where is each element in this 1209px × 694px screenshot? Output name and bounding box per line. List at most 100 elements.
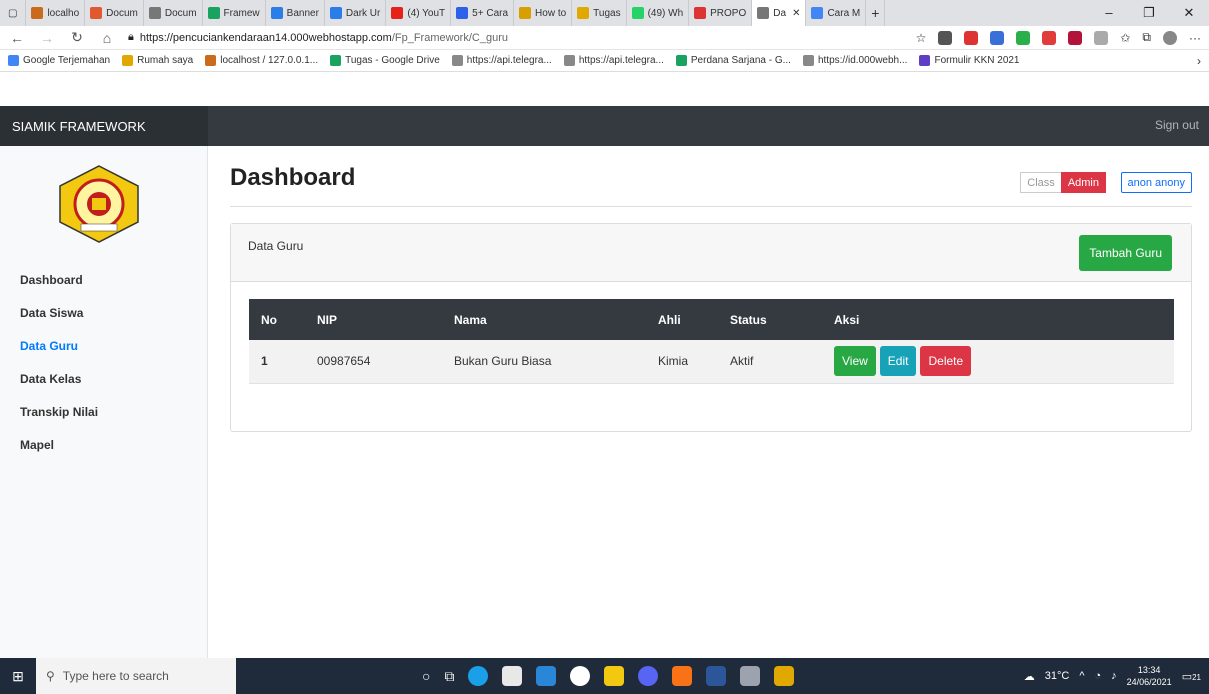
windows-start-icon[interactable]: ⊞ — [0, 658, 36, 694]
bookmark-item[interactable]: Formulir KKN 2021 — [919, 55, 1020, 66]
sidebar-item-dashboard[interactable]: Dashboard — [20, 272, 98, 305]
temperature-text[interactable]: 31°C — [1045, 670, 1070, 682]
delete-button[interactable]: Delete — [920, 346, 972, 377]
favorites-icon[interactable]: ✩ — [1120, 31, 1130, 45]
bookmark-item[interactable]: https://id.000webh... — [802, 55, 907, 66]
discord-icon[interactable] — [638, 666, 659, 686]
browser-tab[interactable]: Docum — [144, 0, 203, 26]
paint-icon[interactable] — [740, 666, 761, 686]
sidebar-item-data-guru[interactable]: Data Guru — [20, 338, 98, 371]
browser-tab[interactable]: Banner — [266, 0, 325, 26]
browser-tab[interactable]: Framew — [203, 0, 266, 26]
tab-favicon-icon — [757, 7, 770, 19]
new-tab-button[interactable]: + — [866, 0, 886, 26]
bookmark-label: Perdana Sarjana - G... — [690, 55, 791, 66]
more-menu-icon[interactable]: ··· — [1189, 31, 1201, 45]
browser-icon[interactable] — [570, 666, 591, 686]
close-window-icon[interactable]: ✕ — [1169, 5, 1209, 21]
extension-green-icon[interactable] — [1016, 30, 1031, 45]
volume-icon[interactable]: ♪ — [1111, 670, 1117, 682]
bookmark-item[interactable]: Rumah saya — [122, 55, 193, 66]
browser-tab[interactable]: (4) YouT — [386, 0, 452, 26]
clock[interactable]: 13:34 24/06/2021 — [1127, 664, 1172, 688]
brand-title[interactable]: SIAMIK FRAMEWORK — [0, 106, 208, 146]
extension-play-icon[interactable] — [1068, 30, 1083, 45]
extension-m-icon[interactable] — [1042, 30, 1057, 45]
class-button[interactable]: Class — [1020, 172, 1061, 193]
bookmark-label: Formulir KKN 2021 — [934, 55, 1020, 66]
home-icon[interactable]: ⌂ — [98, 30, 116, 46]
browser-tab[interactable]: (49) Wh — [627, 0, 690, 26]
app-icon[interactable] — [774, 666, 795, 686]
browser-tab[interactable]: Da ✕ — [752, 0, 807, 26]
cell-nama: Bukan Guru Biasa — [442, 340, 646, 384]
main-content: Dashboard Class Admin anon anony Data Gu… — [230, 146, 1192, 658]
bookmark-item[interactable]: localhost / 127.0.0.1... — [205, 55, 318, 66]
bookmark-item[interactable]: Perdana Sarjana - G... — [675, 55, 791, 66]
browser-tab[interactable]: Docum — [85, 0, 144, 26]
restore-icon[interactable]: ❐ — [1129, 5, 1169, 21]
tray-chevron-icon[interactable]: ^ — [1079, 670, 1084, 682]
xampp-icon[interactable] — [672, 666, 693, 686]
tab-close-icon[interactable]: ✕ — [792, 8, 800, 19]
tab-actions-icon[interactable]: ▢ — [0, 0, 27, 26]
sidebar-item-data-kelas[interactable]: Data Kelas — [20, 371, 98, 404]
browser-tab[interactable]: localho — [26, 0, 86, 26]
mail-icon[interactable] — [536, 666, 557, 686]
taskbar-apps: ○ ⧉ — [422, 666, 795, 686]
add-teacher-button[interactable]: Tambah Guru — [1079, 235, 1172, 271]
forward-icon[interactable]: → — [38, 30, 56, 46]
tab-favicon-icon — [694, 7, 707, 19]
edge-icon[interactable] — [468, 666, 489, 686]
minimize-icon[interactable]: – — [1089, 5, 1129, 21]
taskbar-search-input[interactable]: ⚲ Type here to search — [36, 658, 236, 694]
column-header-ahli: Ahli — [646, 299, 718, 340]
sidebar-item-transkip-nilai[interactable]: Transkip Nilai — [20, 404, 98, 437]
store-icon[interactable] — [502, 666, 523, 686]
admin-button[interactable]: Admin — [1060, 172, 1106, 193]
task-view-icon[interactable]: ⧉ — [444, 668, 454, 685]
browser-tab[interactable]: Tugas — [572, 0, 627, 26]
file-explorer-icon[interactable] — [604, 666, 625, 686]
read-aloud-icon[interactable]: ☆ — [916, 31, 927, 45]
lock-icon: 🔒︎ — [128, 31, 134, 43]
extension-chat-icon[interactable] — [990, 30, 1005, 45]
extension-red-icon[interactable] — [964, 30, 979, 45]
tab-label: Dark Ur — [345, 7, 381, 19]
bookmark-item[interactable]: Google Terjemahan — [8, 55, 110, 66]
collections-icon[interactable]: ⧉ — [1142, 30, 1151, 45]
browser-tab[interactable]: Dark Ur — [325, 0, 387, 26]
user-button[interactable]: anon anony — [1120, 172, 1192, 193]
notification-icon[interactable]: ▭21 — [1182, 670, 1201, 683]
tab-favicon-icon — [519, 7, 532, 19]
bookmark-favicon-icon — [451, 55, 463, 66]
url-field[interactable]: 🔒︎ https://pencuciankendaraan14.000webho… — [128, 31, 904, 44]
browser-tab[interactable]: PROPO — [689, 0, 753, 26]
extension-puzzle-icon[interactable] — [1094, 30, 1109, 45]
profile-avatar-icon[interactable] — [1163, 30, 1177, 45]
bookmark-item[interactable]: https://api.telegra... — [563, 55, 664, 66]
weather-icon[interactable]: ☁ — [1024, 670, 1035, 683]
refresh-icon[interactable]: ↻ — [68, 29, 86, 46]
view-button[interactable]: View — [834, 346, 876, 377]
back-icon[interactable]: ← — [8, 30, 26, 46]
url-path: /Fp_Framework/C_guru — [391, 31, 508, 44]
sidebar-item-mapel[interactable]: Mapel — [20, 437, 98, 470]
extension-s-icon[interactable] — [938, 30, 953, 45]
cortana-icon[interactable]: ○ — [422, 668, 430, 684]
address-bar: ← → ↻ ⌂ 🔒︎ https://pencuciankendaraan14.… — [0, 26, 1209, 50]
word-icon[interactable] — [706, 666, 727, 686]
tab-favicon-icon — [90, 7, 103, 19]
browser-tab[interactable]: Cara M — [806, 0, 867, 26]
tab-label: Docum — [164, 7, 197, 19]
browser-tab[interactable]: 5+ Cara — [451, 0, 515, 26]
network-icon[interactable]: ◔ — [1094, 670, 1101, 682]
edit-button[interactable]: Edit — [879, 346, 917, 377]
bookmark-item[interactable]: https://api.telegra... — [451, 55, 552, 66]
sidebar: Dashboard Data Siswa Data Guru Data Kela… — [0, 146, 208, 658]
bookmark-item[interactable]: Tugas - Google Drive — [330, 55, 440, 66]
browser-tab[interactable]: How to — [514, 0, 573, 26]
bookmarks-more-icon[interactable]: › — [1197, 54, 1201, 68]
sign-out-link[interactable]: Sign out — [1155, 118, 1199, 132]
sidebar-item-data-siswa[interactable]: Data Siswa — [20, 305, 98, 338]
